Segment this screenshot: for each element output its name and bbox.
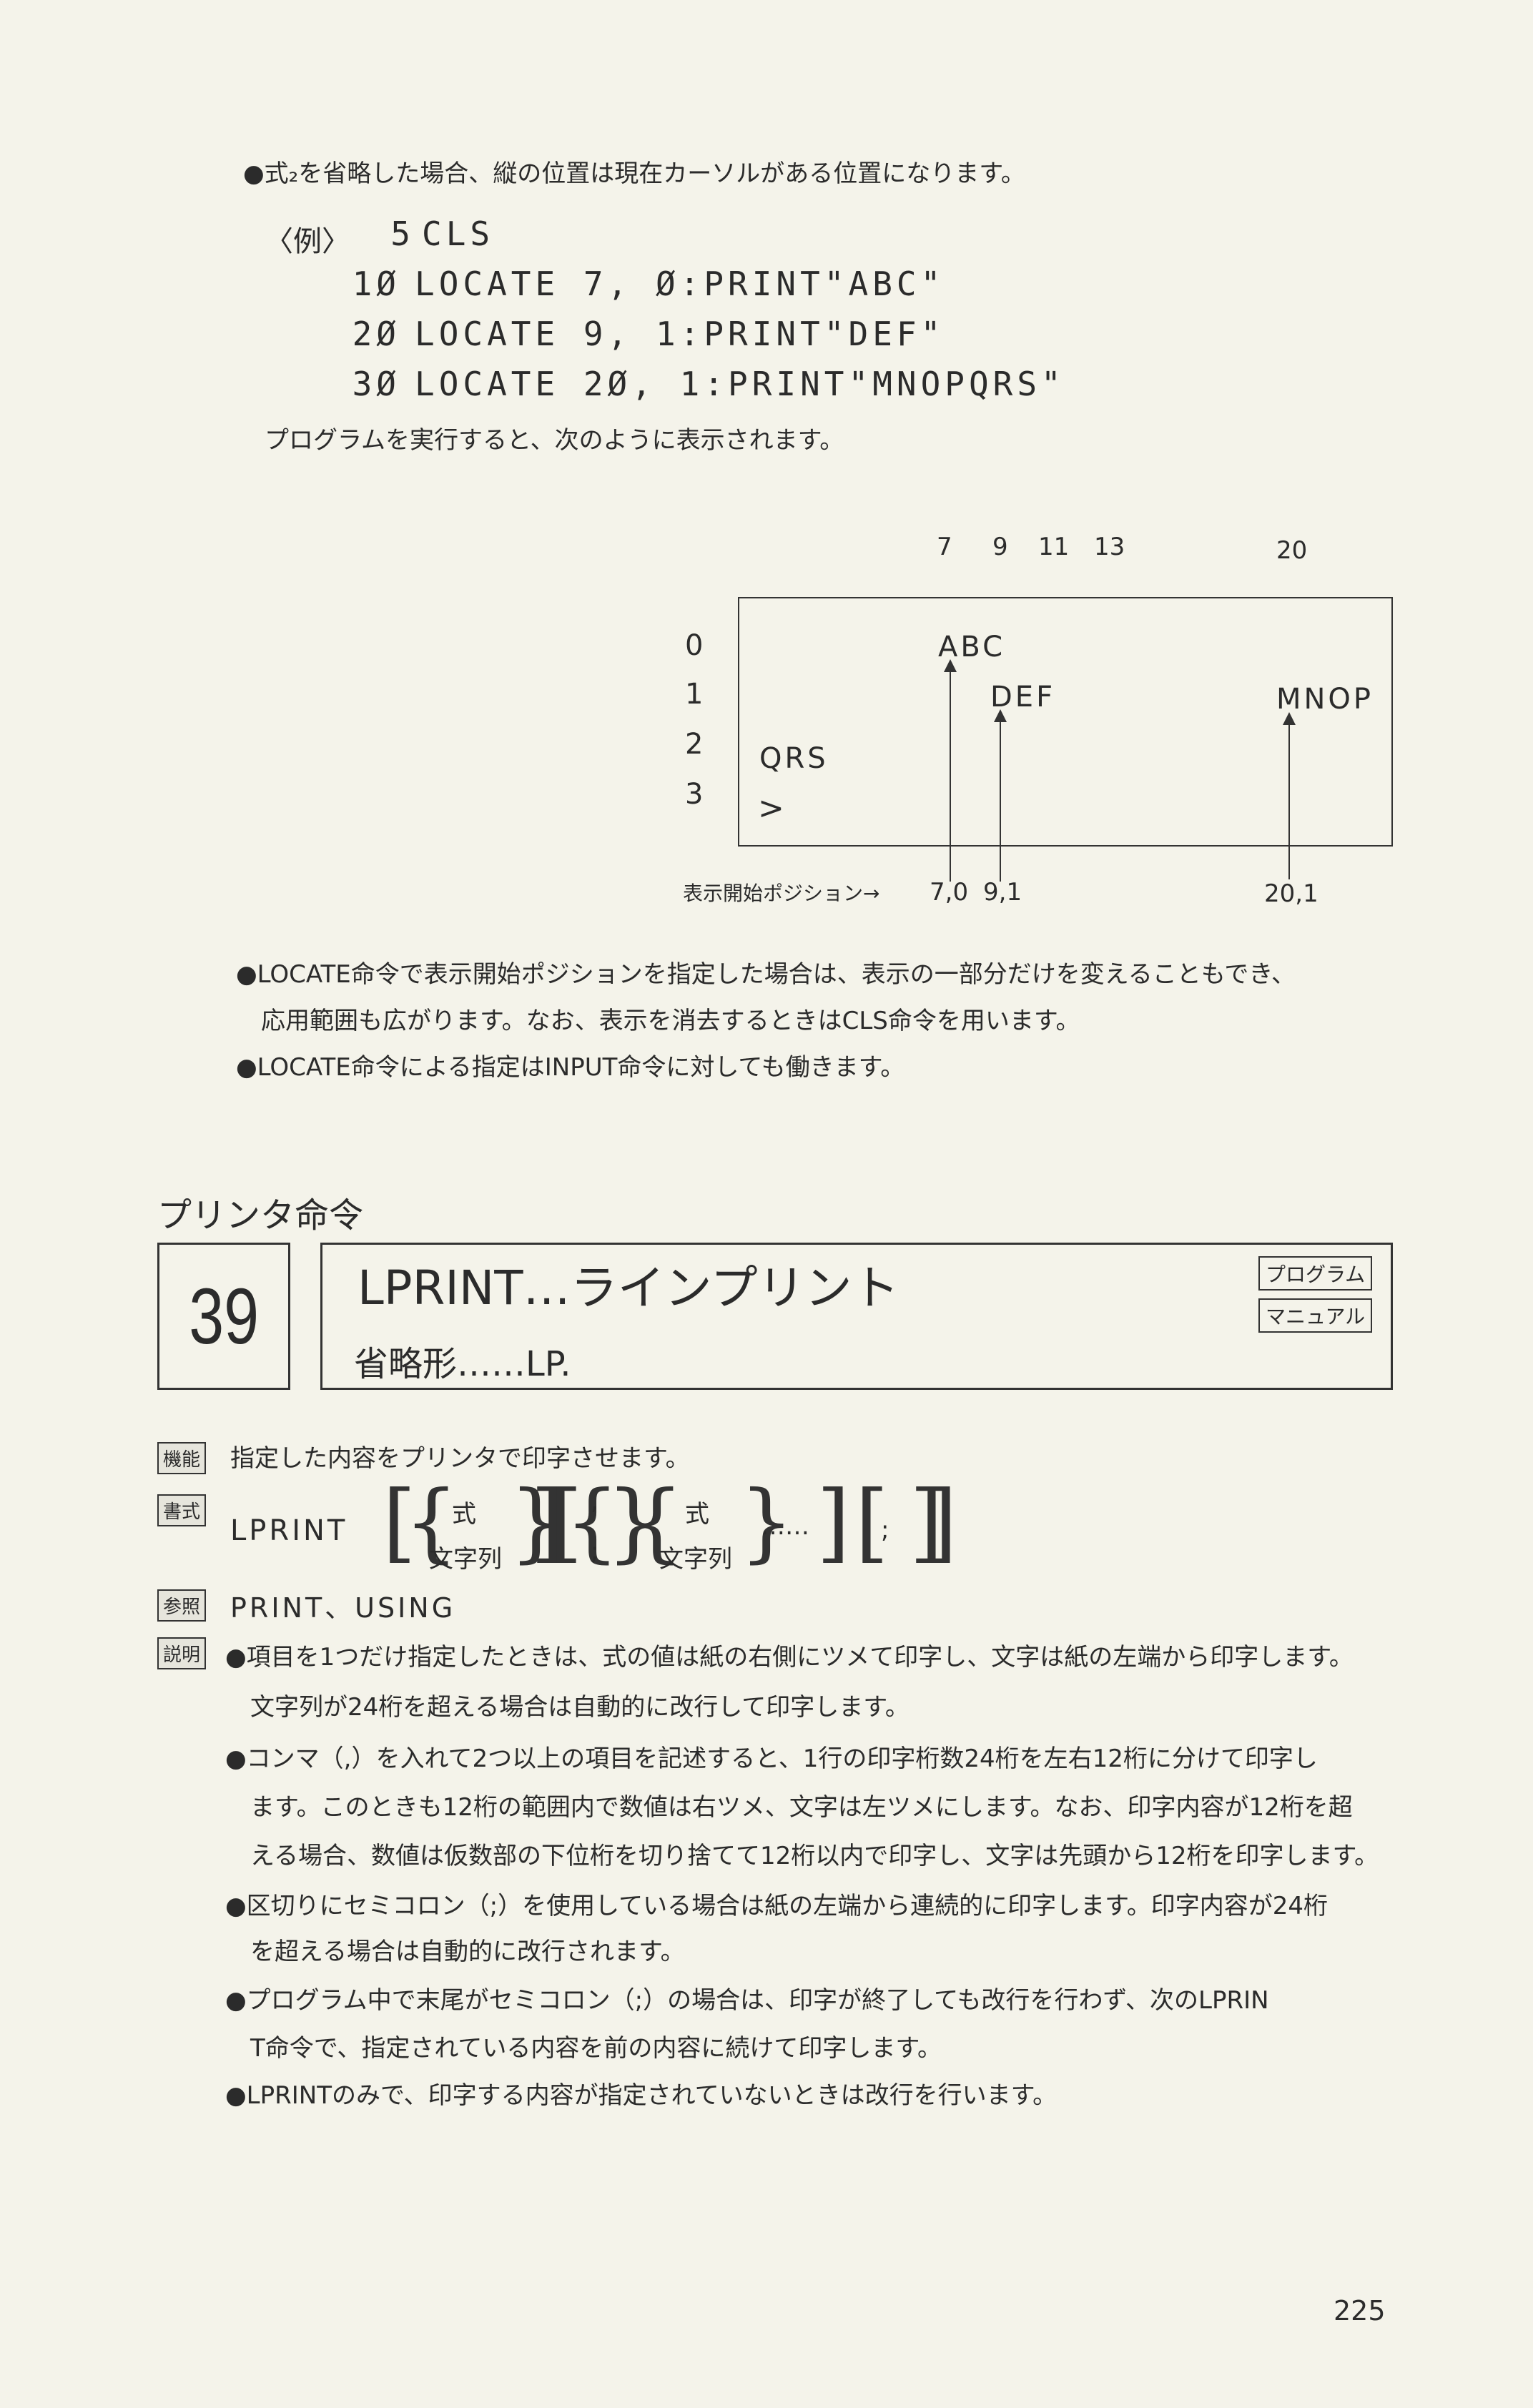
cursor-prompt: > bbox=[758, 790, 784, 826]
code-line-text: LOCATE 7, Ø:PRINT"ABC" bbox=[415, 265, 945, 303]
note-line: ●LOCATE命令で表示開始ポジションを指定した場合は、表示の一部分だけを変える… bbox=[236, 960, 1296, 989]
column-label: 7 bbox=[937, 533, 952, 561]
screen-text-qrs: QRS bbox=[759, 742, 829, 775]
arrow-line bbox=[1288, 724, 1290, 879]
syntax-keyword: LPRINT bbox=[230, 1514, 348, 1547]
code-line-text: LOCATE 9, 1:PRINT"DEF" bbox=[415, 315, 945, 353]
manual-tag: マニュアル bbox=[1258, 1298, 1373, 1333]
function-label: 機能 bbox=[157, 1442, 207, 1474]
explanation-line: える場合、数値は仮数部の下位桁を切り捨てて12桁以内で印字し、文字は先頭から12… bbox=[250, 1842, 1379, 1870]
column-label: 11 bbox=[1038, 533, 1070, 561]
reference-text: PRINT、USING bbox=[230, 1592, 456, 1624]
page-number: 225 bbox=[1334, 2295, 1386, 2326]
row-label: 2 bbox=[685, 728, 704, 761]
column-label: 9 bbox=[992, 533, 1008, 561]
reference-label: 参照 bbox=[157, 1589, 207, 1622]
row-label: 0 bbox=[685, 629, 704, 662]
explanation-line: ●LPRINTのみで、印字する内容が指定されていないときは改行を行います。 bbox=[225, 2081, 1058, 2110]
code-line-number: 1Ø bbox=[352, 265, 400, 303]
note-line: 応用範囲も広がります。なお、表示を消去するときはCLS命令を用います。 bbox=[261, 1007, 1080, 1035]
example-label: 〈例〉 bbox=[265, 225, 350, 258]
explanation-line: ●区切りにセミコロン（;）を使用している場合は紙の左端から連続的に印字します。印… bbox=[225, 1892, 1328, 1920]
explanation-line: ます。このときも12桁の範囲内で数値は右ツメ、文字は左ツメにします。なお、印字内… bbox=[250, 1793, 1353, 1822]
code-line-text: LOCATE 2Ø, 1:PRINT"MNOPQRS" bbox=[415, 365, 1065, 403]
code-line-number: 5 bbox=[390, 214, 415, 253]
arrow-head bbox=[1283, 712, 1296, 725]
syntax-semicolon: ; bbox=[881, 1516, 889, 1544]
note-line: ●LOCATE命令による指定はINPUT命令に対しても働きます。 bbox=[236, 1053, 905, 1082]
start-position-label: 表示開始ポジション→ bbox=[683, 882, 880, 905]
explanation-label: 説明 bbox=[157, 1637, 207, 1669]
explanation-line: ●項目を1つだけ指定したときは、式の値は紙の右側にツメて印字し、文字は紙の左端か… bbox=[225, 1643, 1354, 1672]
row-label: 1 bbox=[685, 678, 704, 711]
position-label: 9,1 bbox=[983, 878, 1022, 907]
explanation-line: ●コンマ（,）を入れて2つ以上の項目を記述すると、1行の印字桁数24桁を左右12… bbox=[225, 1745, 1318, 1773]
explanation-line: ●プログラム中で末尾がセミコロン（;）の場合は、印字が終了しても改行を行わず、次… bbox=[225, 1986, 1269, 2015]
arrow-line bbox=[950, 671, 951, 882]
column-label: 13 bbox=[1094, 533, 1125, 561]
syntax-separator: ; bbox=[591, 1537, 599, 1566]
syntax-separator: , bbox=[591, 1487, 598, 1516]
result-text: プログラムを実行すると、次のように表示されます。 bbox=[265, 426, 844, 455]
program-tag: プログラム bbox=[1258, 1256, 1373, 1291]
explanation-line: 文字列が24桁を超える場合は自動的に改行して印字します。 bbox=[250, 1693, 910, 1722]
syntax-option: 文字列 bbox=[659, 1545, 732, 1574]
command-number: 39 bbox=[189, 1272, 259, 1361]
arrow-head bbox=[944, 659, 957, 672]
command-title: LPRINT…ラインプリント bbox=[358, 1260, 899, 1316]
top-note: ●式₂を省略した場合、縦の位置は現在カーソルがある位置になります。 bbox=[243, 159, 1025, 188]
explanation-line: を超える場合は自動的に改行されます。 bbox=[250, 1938, 685, 1966]
syntax-option: 式 bbox=[452, 1500, 476, 1529]
function-text: 指定した内容をプリンタで印字させます。 bbox=[230, 1444, 690, 1473]
section-heading: プリンタ命令 bbox=[157, 1195, 364, 1235]
screen-text-mnop: MNOP bbox=[1276, 683, 1374, 716]
syntax-option: 式 bbox=[685, 1500, 709, 1529]
position-label: 20,1 bbox=[1264, 879, 1318, 908]
syntax-ellipsis: …… bbox=[761, 1512, 809, 1541]
bracket-close: ] bbox=[817, 1473, 850, 1572]
column-label: 20 bbox=[1276, 536, 1308, 565]
position-label: 7,0 bbox=[930, 878, 969, 907]
arrow-head bbox=[994, 709, 1007, 722]
syntax-label: 書式 bbox=[157, 1494, 207, 1526]
code-line-text: CLS bbox=[422, 214, 495, 253]
code-line-number: 2Ø bbox=[352, 315, 400, 353]
syntax-option: 文字列 bbox=[429, 1545, 502, 1574]
command-abbreviation: 省略形……LP. bbox=[354, 1344, 571, 1384]
code-line-number: 3Ø bbox=[352, 365, 400, 403]
explanation-line: T命令で、指定されている内容を前の内容に続けて印字します。 bbox=[250, 2034, 942, 2063]
bracket-close: ] bbox=[924, 1473, 957, 1572]
command-number-box: 39 bbox=[157, 1243, 290, 1390]
row-label: 3 bbox=[685, 778, 704, 811]
arrow-line bbox=[1000, 721, 1001, 882]
